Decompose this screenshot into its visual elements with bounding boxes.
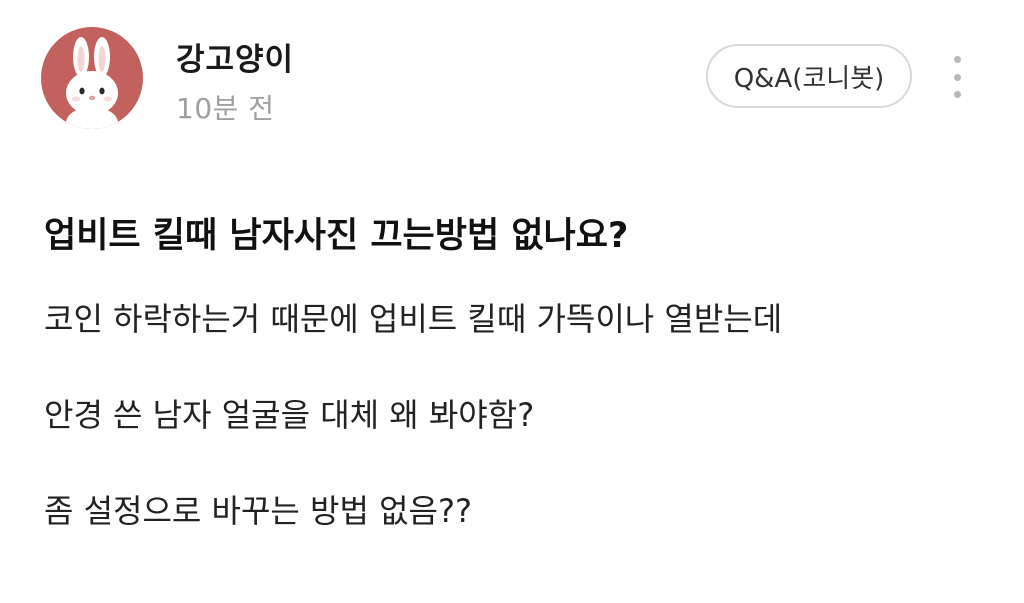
more-vertical-icon-dot bbox=[953, 91, 961, 98]
bunny-avatar-icon bbox=[66, 37, 118, 129]
more-options-button[interactable] bbox=[944, 56, 970, 98]
author-name[interactable]: 강고양이 bbox=[176, 34, 294, 79]
post-body-line: 안경 쓴 남자 얼굴을 대체 왜 봐야함? bbox=[44, 396, 535, 434]
category-chip-label: Q&A(코니봇) bbox=[733, 63, 885, 94]
author-avatar[interactable] bbox=[41, 27, 143, 129]
post-body-line: 좀 설정으로 바꾸는 방법 없음?? bbox=[44, 492, 472, 530]
post-body: 코인 하락하는거 때문에 업비트 킬때 가뜩이나 열받는데 안경 쓴 남자 얼굴… bbox=[44, 295, 1004, 583]
post-body-line: 코인 하락하는거 때문에 업비트 킬때 가뜩이나 열받는데 bbox=[44, 300, 783, 338]
category-chip[interactable]: Q&A(코니봇) bbox=[706, 44, 912, 108]
more-vertical-icon-dot bbox=[953, 73, 961, 81]
post-title: 업비트 킬때 남자사진 끄는방법 없나요? bbox=[44, 216, 629, 256]
post-header: 강고양이 10분 전 Q&A(코니봇) bbox=[0, 0, 1024, 140]
more-vertical-icon bbox=[953, 56, 961, 63]
post-timestamp: 10분 전 bbox=[176, 92, 275, 125]
